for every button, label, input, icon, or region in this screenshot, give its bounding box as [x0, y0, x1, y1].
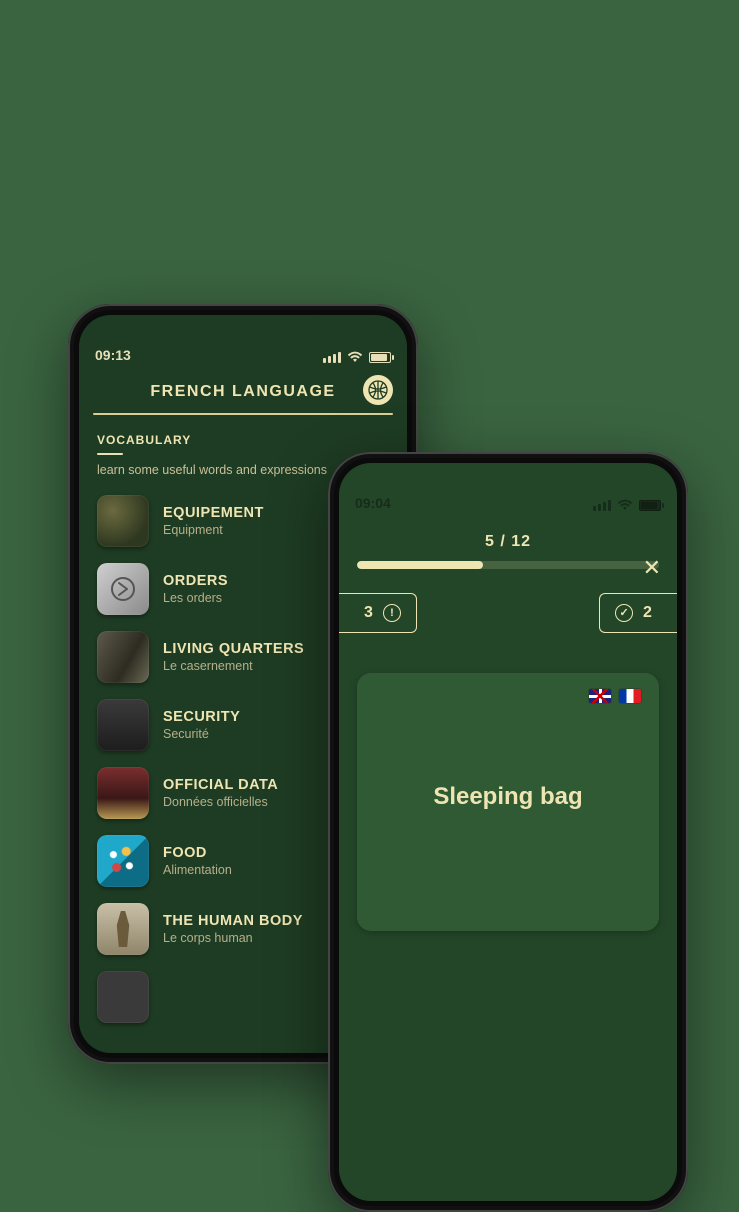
section-underline — [97, 453, 123, 455]
thumbnail-unknown-icon — [97, 971, 149, 1023]
thumbnail-security-icon — [97, 699, 149, 751]
thumbnail-quarters-icon — [97, 631, 149, 683]
check-icon: ✓ — [615, 604, 633, 622]
exclamation-icon: ! — [383, 604, 401, 622]
correct-count-pill[interactable]: ✓ 2 — [599, 593, 677, 633]
screen-header: FRENCH LANGUAGE — [79, 367, 407, 413]
status-bar: 09:04 — [339, 463, 677, 515]
signal-icon — [593, 500, 611, 511]
flashcard-word: Sleeping bag — [377, 783, 639, 811]
wrong-count-pill[interactable]: 3 ! — [339, 593, 417, 633]
thumbnail-equipment-icon — [97, 495, 149, 547]
battery-icon — [369, 352, 391, 363]
flag-row — [589, 689, 641, 703]
thumbnail-human-body-icon — [97, 903, 149, 955]
flag-fr-icon — [619, 689, 641, 703]
progress-counter: 5 / 12 — [357, 525, 659, 561]
progress-fill — [357, 561, 483, 569]
wrong-count: 3 — [364, 604, 373, 622]
status-time: 09:13 — [95, 347, 131, 363]
status-time: 09:04 — [355, 495, 391, 511]
phone-right: 09:04 5 / 12 ✕ 3 ! ✓ 2 — [328, 452, 688, 1212]
thumbnail-orders-icon — [97, 563, 149, 615]
correct-count: 2 — [643, 604, 652, 622]
thumbnail-food-icon — [97, 835, 149, 887]
section-heading: VOCABULARY — [79, 415, 407, 453]
signal-icon — [323, 352, 341, 363]
page-title: FRENCH LANGUAGE — [150, 383, 335, 400]
wifi-icon — [347, 351, 363, 363]
wifi-icon — [617, 499, 633, 511]
flashcard[interactable]: Sleeping bag — [357, 673, 659, 931]
status-bar: 09:13 — [79, 315, 407, 367]
app-logo-icon[interactable] — [363, 375, 393, 405]
thumbnail-official-data-icon — [97, 767, 149, 819]
battery-icon — [639, 500, 661, 511]
progress-bar — [357, 561, 659, 569]
flag-uk-icon — [589, 689, 611, 703]
